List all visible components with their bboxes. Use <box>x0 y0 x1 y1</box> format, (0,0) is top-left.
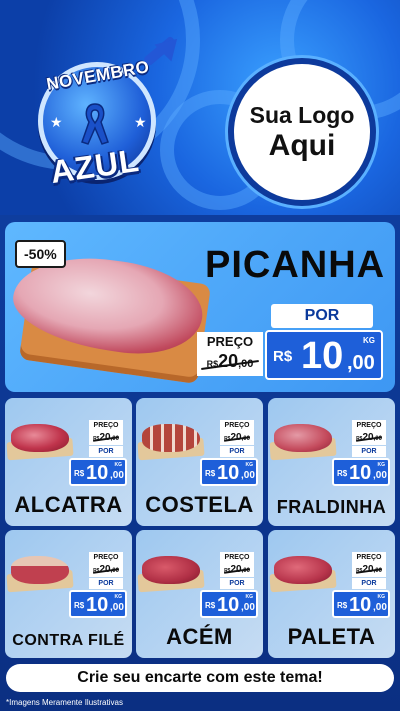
old-price: R$20,00 <box>220 431 254 445</box>
preco-label: PREÇO <box>89 420 123 431</box>
product-price-block: PREÇO R$20,00 POR R$ 10 ,00 KG <box>200 420 258 490</box>
por-label: POR <box>352 446 386 457</box>
product-card: PREÇO R$20,00 POR R$ 10 ,00 KG FRALDINHA <box>268 398 395 526</box>
new-price-int: 10 <box>217 594 240 616</box>
new-price-int: 10 <box>86 462 109 484</box>
new-price-int: 10 <box>349 462 372 484</box>
preco-label: PREÇO <box>197 332 263 351</box>
product-name: FRALDINHA <box>276 497 387 517</box>
unit-label: KG <box>114 462 123 468</box>
unit-label: KG <box>245 462 254 468</box>
product-image <box>274 556 332 584</box>
por-label: POR <box>220 446 254 457</box>
product-card: PREÇO R$20,00 POR R$ 10 ,00 KG ACÉM <box>136 530 263 658</box>
featured-price-block: POR PREÇO R$20,00 R$ 10 ,00 KG <box>197 304 387 384</box>
star-icon: ★ <box>50 114 63 130</box>
new-price-currency: R$ <box>273 348 293 365</box>
por-label: POR <box>352 578 386 589</box>
new-price-currency: R$ <box>205 469 216 478</box>
cta-banner[interactable]: Crie seu encarte com este tema! <box>6 664 394 692</box>
new-price-currency: R$ <box>337 601 348 610</box>
product-price-block: PREÇO R$20,00 POR R$ 10 ,00 KG <box>332 420 390 490</box>
product-price-block: PREÇO R$20,00 POR R$ 10 ,00 KG <box>69 420 127 490</box>
header-banner: NOVEMBRO ★ ★ AZUL Sua Logo Aqui <box>0 0 400 215</box>
unit-label: KG <box>245 594 254 600</box>
new-price-currency: R$ <box>74 601 85 610</box>
product-price-block: PREÇO R$20,00 POR R$ 10 ,00 KG <box>200 552 258 622</box>
preco-label: PREÇO <box>220 420 254 431</box>
product-price-block: PREÇO R$20,00 POR R$ 10 ,00 KG <box>332 552 390 622</box>
new-price-dec: ,00 <box>347 352 375 374</box>
old-price: R$20,00 <box>352 431 386 445</box>
product-name: ALCATRA <box>14 492 123 517</box>
product-name: COSTELA <box>145 492 254 517</box>
preco-label: PREÇO <box>89 552 123 563</box>
por-label: POR <box>89 446 123 457</box>
featured-product-name: PICANHA <box>205 244 386 286</box>
new-price-dec: ,00 <box>373 470 387 481</box>
new-price-currency: R$ <box>337 469 348 478</box>
product-price-block: PREÇO R$20,00 POR R$ 10 ,00 KG <box>69 552 127 622</box>
new-price: R$ 10 ,00 KG <box>332 590 390 618</box>
unit-label: KG <box>363 336 375 345</box>
novembro-azul-badge: NOVEMBRO ★ ★ AZUL <box>30 30 186 194</box>
product-image <box>142 424 200 452</box>
new-price-dec: ,00 <box>241 602 255 613</box>
new-price: R$ 10 ,00 KG <box>69 458 127 486</box>
product-card: PREÇO R$20,00 POR R$ 10 ,00 KG CONTRA FI… <box>5 530 132 658</box>
logo-line-2: Aqui <box>268 128 336 162</box>
discount-badge: -50% <box>15 240 66 268</box>
preco-label: PREÇO <box>220 552 254 563</box>
por-label: POR <box>271 304 373 328</box>
product-card: PREÇO R$20,00 POR R$ 10 ,00 KG COSTELA <box>136 398 263 526</box>
old-price: R$20,00 <box>220 563 254 577</box>
old-price: R$20,00 <box>89 431 123 445</box>
product-name: PALETA <box>287 624 376 649</box>
unit-label: KG <box>377 594 386 600</box>
new-price-int: 10 <box>217 462 240 484</box>
preco-label: PREÇO <box>352 552 386 563</box>
star-icon: ★ <box>134 114 147 130</box>
new-price: R$ 10 ,00 KG <box>200 458 258 486</box>
new-price-dec: ,00 <box>110 470 124 481</box>
product-image <box>274 424 332 452</box>
logo-placeholder: Sua Logo Aqui <box>228 58 376 206</box>
product-image <box>11 424 69 452</box>
awareness-ribbon-icon <box>81 103 109 145</box>
new-price-currency: R$ <box>205 601 216 610</box>
por-label: POR <box>220 578 254 589</box>
new-price-dec: ,00 <box>110 602 124 613</box>
product-card: PREÇO R$20,00 POR R$ 10 ,00 KG ALCATRA <box>5 398 132 526</box>
new-price-currency: R$ <box>74 469 85 478</box>
new-price-dec: ,00 <box>373 602 387 613</box>
old-price: R$20,00 <box>89 563 123 577</box>
new-price: R$ 10 ,00 KG <box>69 590 127 618</box>
old-price: R$20,00 <box>197 351 263 376</box>
old-price: R$20,00 <box>352 563 386 577</box>
new-price: R$ 10 ,00 KG <box>332 458 390 486</box>
featured-offer-card: -50% PICANHA POR PREÇO R$20,00 R$ 10 ,00… <box>5 222 395 392</box>
new-price-int: 10 <box>301 335 344 377</box>
product-card: PREÇO R$20,00 POR R$ 10 ,00 KG PALETA <box>268 530 395 658</box>
new-price-int: 10 <box>86 594 109 616</box>
preco-label: PREÇO <box>352 420 386 431</box>
new-price-dec: ,00 <box>241 470 255 481</box>
new-price: R$ 10 ,00 KG <box>265 330 383 380</box>
new-price-int: 10 <box>349 594 372 616</box>
new-price: R$ 10 ,00 KG <box>200 590 258 618</box>
old-price-int: 20 <box>218 351 239 371</box>
product-name: CONTRA FILÉ <box>12 632 125 649</box>
unit-label: KG <box>377 462 386 468</box>
product-name: ACÉM <box>166 624 233 649</box>
por-label: POR <box>89 578 123 589</box>
unit-label: KG <box>114 594 123 600</box>
logo-line-1: Sua Logo <box>249 101 355 128</box>
disclaimer: *Imagens Meramente Ilustrativas <box>6 698 123 707</box>
product-image <box>142 556 200 584</box>
product-image <box>11 556 69 584</box>
